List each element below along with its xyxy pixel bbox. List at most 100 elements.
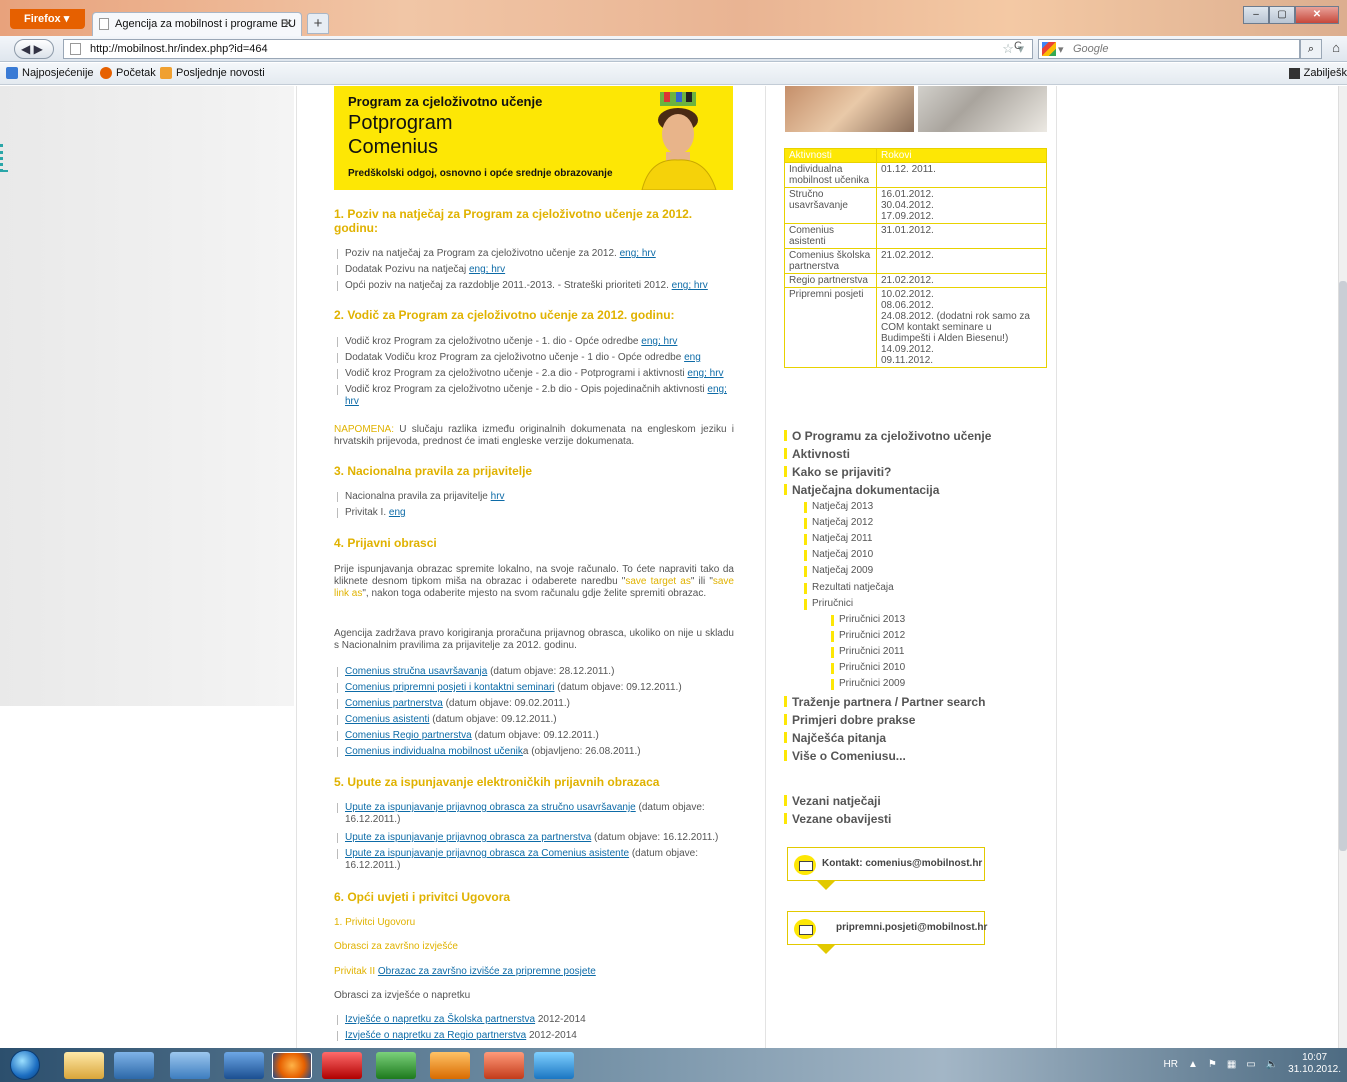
form-link[interactable]: Comenius stručna usavršavanja — [345, 666, 487, 677]
annex-ii-link[interactable]: Obrazac za završno izvišće za pripremne … — [378, 966, 596, 977]
nav-handbook-2011[interactable]: Priručnici 2011 — [831, 646, 904, 658]
nav-handbook-2009[interactable]: Priručnici 2009 — [831, 678, 905, 690]
envelope-icon — [794, 855, 816, 875]
doc-link[interactable]: hrv — [491, 491, 505, 502]
nav-item-related-news[interactable]: Vezane obavijesti — [784, 812, 891, 826]
visits-email: pripremni.posjeti@mobilnost.hr — [836, 922, 988, 933]
section4-title: 4. Prijavni obrasci — [334, 536, 437, 550]
form-link[interactable]: Comenius partnerstva — [345, 698, 443, 709]
network-tray-icon[interactable]: ▦ — [1227, 1059, 1236, 1070]
nav-item-activities[interactable]: Aktivnosti — [784, 447, 850, 461]
table-row: Stručno usavršavanje 16.01.2012. 30.04.20… — [784, 187, 1047, 224]
speech-tail — [816, 880, 836, 890]
maximize-button[interactable]: ▢ — [1269, 6, 1295, 24]
list-item: Upute za ispunjavanje prijavnog obrasca … — [334, 832, 734, 844]
nav-item-good-practice[interactable]: Primjeri dobre prakse — [784, 713, 915, 727]
contact-email-box[interactable]: Kontakt: comenius@mobilnost.hr — [787, 847, 985, 890]
doc-link[interactable]: eng; hrv — [672, 280, 708, 291]
report-link[interactable]: Izvješće o napretku za Regio partnerstva — [345, 1030, 526, 1041]
url-bar[interactable]: http://mobilnost.hr/index.php?id=464 ☆ ▾ — [63, 39, 1033, 59]
report-link[interactable]: Izvješće o napretku za Školska partnerst… — [345, 1014, 535, 1025]
banner-line2: Potprogram — [348, 112, 453, 134]
doc-link[interactable]: eng; hrv — [469, 264, 505, 275]
browser-tab[interactable]: Agencija za mobilnost i programe EU ✕ — [92, 12, 302, 36]
minimize-button[interactable]: – — [1243, 6, 1269, 24]
clock[interactable]: 10:07 31.10.2012. — [1288, 1052, 1341, 1076]
doc-link[interactable]: eng; hrv — [687, 368, 723, 379]
bookmark-home[interactable]: Početak — [100, 67, 156, 79]
guide-link[interactable]: Upute za ispunjavanje prijavnog obrasca … — [345, 832, 591, 843]
powerpoint-icon[interactable] — [484, 1052, 524, 1079]
form-link[interactable]: Comenius Regio partnerstva — [345, 730, 472, 741]
table-row: Pripremni posjeti 10.02.2012. 08.06.2012.… — [784, 287, 1047, 368]
form-link[interactable]: Comenius individualna mobilnost učenik — [345, 746, 523, 757]
form-link[interactable]: Comenius pripremni posjeti i kontaktni s… — [345, 682, 555, 693]
explorer-icon[interactable] — [64, 1052, 104, 1079]
nav-item-documentation[interactable]: Natječajna dokumentacija — [784, 483, 939, 497]
tab-close-icon[interactable]: ✕ — [284, 17, 293, 30]
scrollbar-thumb[interactable] — [1339, 281, 1347, 851]
home-icon[interactable]: ⌂ — [1325, 39, 1347, 59]
visits-email-box[interactable]: pripremni.posjeti@mobilnost.hr — [787, 911, 988, 954]
final-report-subheading: Obrasci za završno izvješće — [334, 941, 458, 952]
list-item: Comenius pripremni posjeti i kontaktni s… — [334, 682, 734, 694]
language-indicator[interactable]: HR — [1163, 1059, 1177, 1070]
banner-line1: Program za cjeloživotno učenje — [348, 94, 543, 109]
google-icon — [1042, 42, 1056, 56]
search-icon[interactable]: ⌕ — [1300, 39, 1322, 59]
nav-sub-2012[interactable]: Natječaj 2012 — [804, 517, 873, 529]
app-icon[interactable] — [534, 1052, 574, 1079]
nav-sub-2010[interactable]: Natječaj 2010 — [804, 549, 873, 561]
network-icon[interactable] — [170, 1052, 210, 1079]
nav-handbook-2010[interactable]: Priručnici 2010 — [831, 662, 905, 674]
nav-item-more-comenius[interactable]: Više o Comeniusu... — [784, 749, 906, 763]
nav-sub-2009[interactable]: Natječaj 2009 — [804, 565, 873, 577]
start-button[interactable] — [10, 1050, 40, 1080]
media-icon[interactable] — [224, 1052, 264, 1079]
list-item: Privitak I. eng — [334, 507, 734, 519]
bookmark-latest-news[interactable]: Posljednje novosti — [160, 67, 265, 79]
nav-sub-results[interactable]: Rezultati natječaja — [804, 582, 894, 594]
reload-icon[interactable]: C — [1014, 40, 1022, 52]
nav-item-faq[interactable]: Najčešća pitanja — [784, 731, 886, 745]
nav-sub-handbooks[interactable]: Priručnici — [804, 598, 853, 610]
doc-link[interactable]: eng — [389, 507, 406, 518]
note-paragraph: NAPOMENA: U slučaju razlika između origi… — [334, 424, 734, 447]
list-item: Dodatak Vodiču kroz Program za cjeloživo… — [334, 352, 734, 364]
firefox-taskbar-icon[interactable] — [272, 1052, 312, 1079]
doc-link[interactable]: eng — [684, 352, 701, 363]
doc-link[interactable]: eng; hrv — [620, 248, 656, 259]
display-icon[interactable]: ▭ — [1246, 1059, 1255, 1070]
new-tab-button[interactable]: + — [307, 13, 329, 34]
outlook-icon[interactable] — [430, 1052, 470, 1079]
list-item: Upute za ispunjavanje prijavnog obrasca … — [334, 848, 734, 872]
guide-link[interactable]: Upute za ispunjavanje prijavnog obrasca … — [345, 848, 629, 859]
back-forward-button[interactable]: ◀ ▶ — [14, 39, 54, 59]
list-item: Vodič kroz Program za cjeloživotno učenj… — [334, 384, 734, 408]
excel-icon[interactable] — [376, 1052, 416, 1079]
close-window-button[interactable]: ✕ — [1295, 6, 1339, 24]
search-input[interactable]: ▾ Google — [1038, 39, 1300, 59]
banner-line4: Predškolski odgoj, osnovno i opće srednj… — [348, 168, 613, 179]
nav-handbook-2012[interactable]: Priručnici 2012 — [831, 630, 905, 642]
bookmarks-menu[interactable]: Zabilješk — [1288, 67, 1347, 79]
nav-item-how-to-apply[interactable]: Kako se prijaviti? — [784, 465, 891, 479]
form-link[interactable]: Comenius asistenti — [345, 714, 429, 725]
acrobat-icon[interactable] — [322, 1052, 362, 1079]
nav-handbook-2013[interactable]: Priručnici 2013 — [831, 614, 905, 626]
list-item: Opći poziv na natječaj za razdoblje 2011… — [334, 280, 734, 292]
nav-item-about[interactable]: O Programu za cjeloživotno učenje — [784, 429, 991, 443]
bookmark-most-visited[interactable]: Najposjećenije — [6, 67, 94, 79]
nav-sub-2013[interactable]: Natječaj 2013 — [804, 501, 873, 513]
messenger-icon[interactable] — [114, 1052, 154, 1079]
firefox-menu-button[interactable]: Firefox ▾ — [10, 9, 85, 29]
doc-link[interactable]: eng; hrv — [641, 336, 677, 347]
nav-sub-2011[interactable]: Natječaj 2011 — [804, 533, 872, 545]
bookmarks-toolbar: Najposjećenije Početak Posljednje novost… — [0, 63, 1347, 85]
volume-icon[interactable]: 🔈 — [1266, 1059, 1278, 1070]
flag-icon[interactable]: ⚑ — [1208, 1059, 1217, 1070]
tray-arrow-icon[interactable]: ▲ — [1188, 1059, 1198, 1070]
nav-item-partner-search[interactable]: Traženje partnera / Partner search — [784, 695, 985, 709]
nav-item-related-calls[interactable]: Vezani natječaji — [784, 794, 881, 808]
guide-link[interactable]: Upute za ispunjavanje prijavnog obrasca … — [345, 802, 636, 813]
